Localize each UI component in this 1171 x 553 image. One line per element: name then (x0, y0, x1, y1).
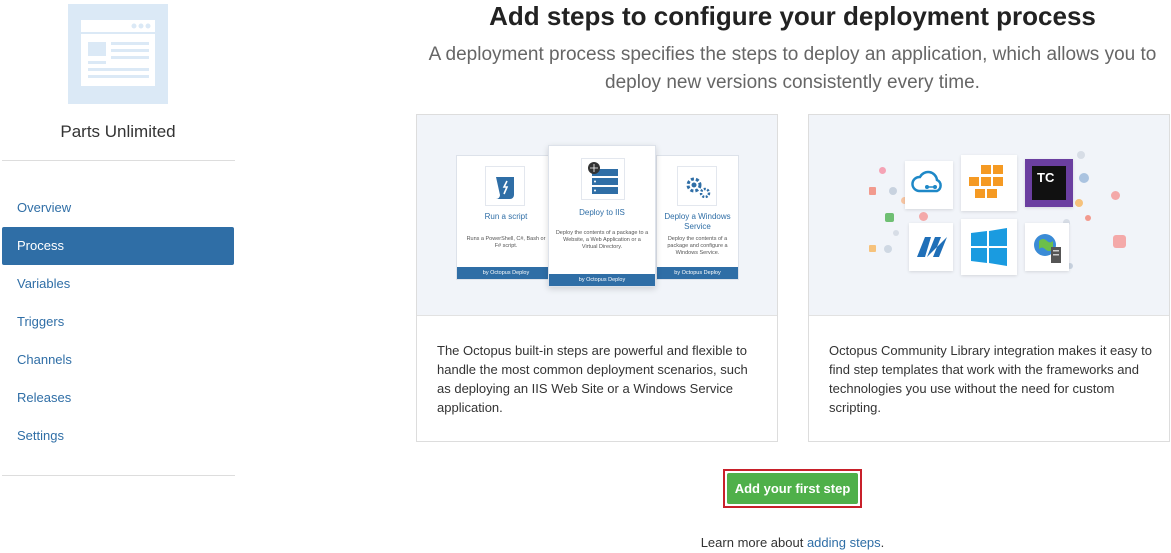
small-icon (884, 245, 892, 253)
nav-item-channels[interactable]: Channels (2, 341, 234, 379)
builtin-steps-description: The Octopus built-in steps are powerful … (437, 343, 748, 415)
sidebar-divider (2, 160, 235, 161)
server-globe-icon (581, 158, 625, 200)
project-name: Parts Unlimited (60, 122, 176, 141)
nav-item-variables[interactable]: Variables (2, 265, 234, 303)
builtin-steps-illustration: Run a script Runs a PowerShell, C#, Bash… (417, 115, 777, 316)
nav-item-triggers[interactable]: Triggers (2, 303, 234, 341)
small-icon (869, 187, 876, 195)
nav-item-process[interactable]: Process (2, 227, 234, 265)
small-icon (879, 167, 886, 174)
small-icon (1113, 235, 1126, 248)
nav-item-releases[interactable]: Releases (2, 379, 234, 417)
learn-more-text: Learn more about adding steps. (416, 535, 1169, 550)
step-footer: by Octopus Deploy (657, 267, 738, 279)
browser-window-icon (68, 4, 168, 104)
script-icon (485, 166, 525, 206)
page-subtitle: A deployment process specifies the steps… (428, 44, 1157, 93)
step-title: Run a script (484, 212, 528, 221)
small-icon (1111, 191, 1120, 200)
page-title: Add steps to configure your deployment p… (489, 1, 1096, 31)
step-title: Deploy a Windows Service (664, 212, 731, 231)
teamcity-label: TC (1037, 170, 1055, 185)
small-icon (1085, 215, 1091, 221)
step-title: Deploy to IIS (579, 208, 625, 217)
learn-more-suffix: . (880, 535, 885, 550)
adding-steps-link[interactable]: adding steps (807, 535, 881, 550)
add-first-step-button[interactable]: Add your first step (723, 469, 862, 508)
community-library-illustration: TC (809, 115, 1169, 316)
step-desc: Deploy the contents of a package to a We… (555, 230, 649, 250)
community-library-description: Octopus Community Library integration ma… (829, 343, 1152, 415)
azure-cloud-icon (905, 161, 953, 209)
small-icon (889, 187, 897, 195)
small-icon (893, 230, 899, 236)
aws-icon (961, 155, 1017, 211)
small-icon (869, 245, 876, 252)
step-footer: by Octopus Deploy (549, 274, 655, 286)
sidebar: Parts Unlimited Overview Process Variabl… (0, 0, 236, 553)
sidebar-divider (2, 475, 235, 476)
nav-item-overview[interactable]: Overview (2, 189, 234, 227)
small-icon (919, 212, 928, 221)
step-footer: by Octopus Deploy (457, 267, 555, 279)
dotnet-icon (909, 223, 953, 271)
step-card-deploy-iis: Deploy to IIS Deploy the contents of a p… (548, 145, 656, 287)
small-icon (1079, 173, 1089, 183)
teamcity-icon: TC (1025, 159, 1073, 207)
windows-icon (961, 219, 1017, 275)
add-first-step-label: Add your first step (727, 473, 858, 504)
small-icon (1075, 199, 1083, 207)
server-globe-icon (1025, 223, 1069, 271)
slack-icon (885, 213, 894, 222)
small-icon (1077, 151, 1085, 159)
nav-item-settings[interactable]: Settings (2, 417, 234, 455)
step-desc: Runs a PowerShell, C#, Bash or F# script… (466, 236, 546, 249)
learn-more-prefix: Learn more about (700, 535, 807, 550)
step-desc: Deploy the contents of a package and con… (667, 236, 728, 256)
step-card-run-script: Run a script Runs a PowerShell, C#, Bash… (456, 155, 556, 280)
community-library-card: TC Octopus Community Library integration… (808, 114, 1170, 442)
gears-icon (677, 166, 717, 206)
builtin-steps-card: Run a script Runs a PowerShell, C#, Bash… (416, 114, 778, 442)
step-card-windows-service: Deploy a Windows Service Deploy the cont… (656, 155, 739, 280)
